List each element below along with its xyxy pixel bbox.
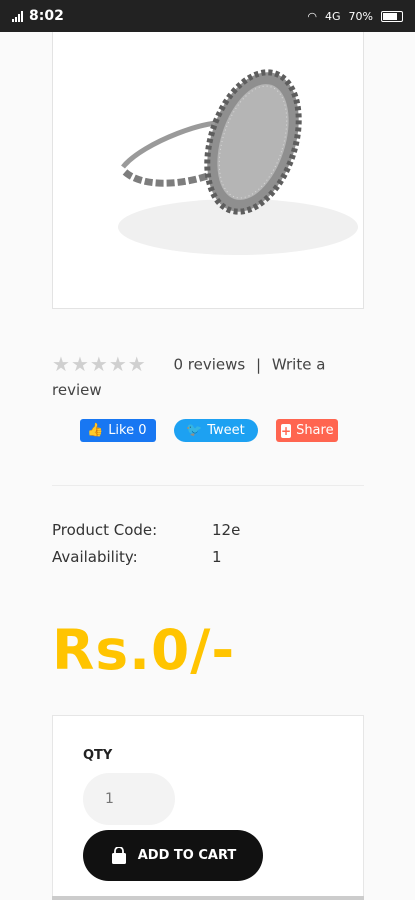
plus-square-icon: + [281, 423, 292, 438]
twitter-icon: 🐦 [186, 423, 203, 438]
detail-value: 1 [212, 547, 222, 566]
share-button[interactable]: + Share [276, 419, 338, 442]
product-price: Rs.0/- [52, 618, 236, 682]
product-image[interactable] [52, 32, 364, 309]
star-icon: ★ [108, 352, 128, 376]
ring-image [118, 69, 358, 255]
rating-row: ★★★★★ 0 reviews | Write a review [52, 352, 352, 402]
add-to-cart-button[interactable]: ADD TO CART [83, 830, 263, 881]
add-to-cart-panel: QTY ADD TO CART [52, 715, 364, 900]
like-label: Like 0 [108, 423, 147, 438]
add-to-cart-label: ADD TO CART [137, 848, 237, 863]
bottom-divider [52, 896, 364, 900]
detail-value: 12e [212, 520, 241, 539]
detail-key: Availability: [52, 547, 138, 566]
qty-input[interactable] [83, 773, 175, 825]
social-share-bar: 👍 Like 0 🐦 Tweet + Share [80, 419, 338, 442]
detail-key: Product Code: [52, 520, 158, 539]
star-icon: ★ [70, 352, 90, 376]
shopping-bag-icon [111, 846, 126, 864]
separator: | [255, 355, 262, 374]
network-label: 4G [325, 9, 341, 23]
star-icon: ★ [52, 352, 71, 376]
qty-label: QTY [83, 748, 113, 763]
share-label: Share [296, 423, 334, 438]
tweet-button[interactable]: 🐦 Tweet [174, 419, 258, 442]
thumbs-up-icon: 👍 [87, 423, 104, 438]
wifi-icon: ◠ [307, 9, 318, 23]
rating-stars: ★★★★★ [52, 352, 147, 378]
product-details: Product Code: 12e Availability: 1 [52, 516, 240, 570]
star-icon: ★ [127, 352, 147, 376]
signal-icon [12, 10, 23, 22]
tweet-label: Tweet [207, 423, 245, 438]
facebook-like-button[interactable]: 👍 Like 0 [80, 419, 156, 442]
star-icon: ★ [89, 352, 109, 376]
detail-row: Product Code: 12e [52, 516, 240, 543]
detail-row: Availability: 1 [52, 543, 240, 570]
reviews-count-link[interactable]: 0 reviews [173, 356, 245, 374]
battery-percent: 70% [348, 9, 373, 23]
battery-icon [381, 10, 403, 22]
status-bar: 8:02 ◠ 4G 70% [0, 0, 415, 32]
clock: 8:02 [29, 8, 64, 24]
divider [52, 485, 364, 486]
